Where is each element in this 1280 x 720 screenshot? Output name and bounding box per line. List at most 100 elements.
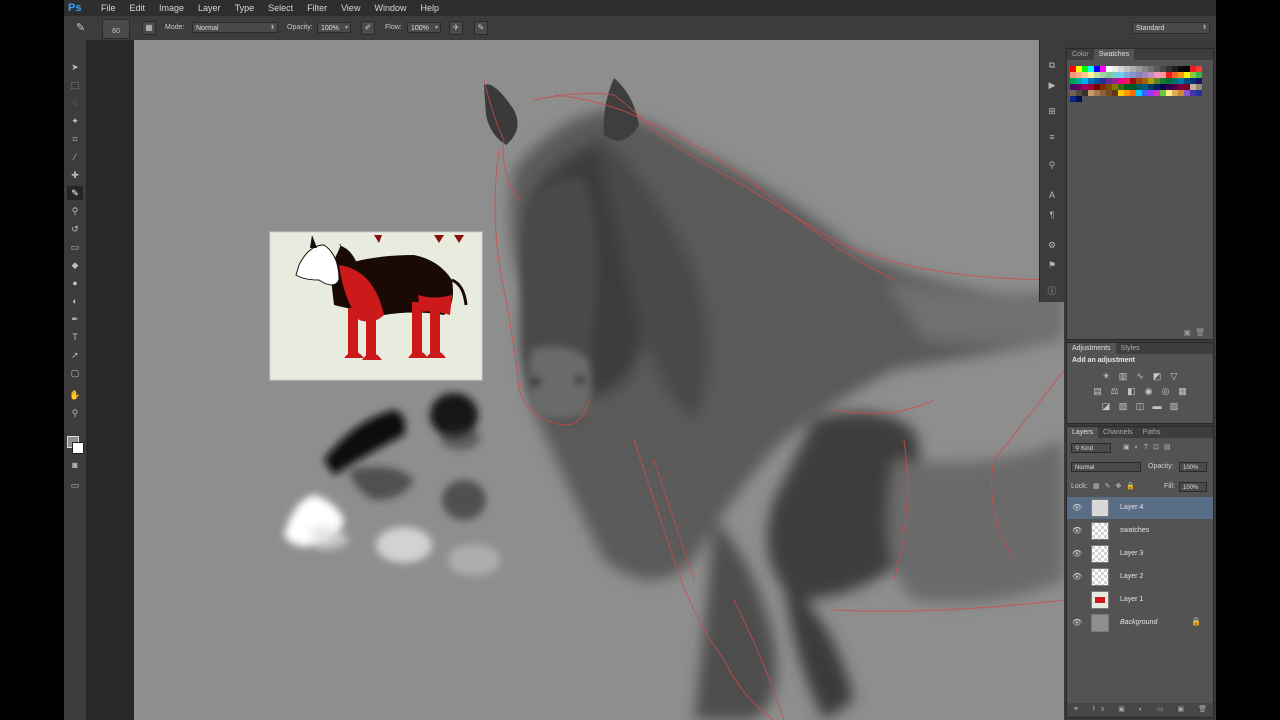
delete-swatch-icon[interactable]: 🗑 (1195, 328, 1205, 337)
paint-bucket-tool-icon[interactable]: ◆ (67, 258, 83, 272)
lock-options-icons[interactable]: ▦✎✥🔒 (1093, 482, 1140, 490)
tab-adjustments[interactable]: Adjustments (1067, 343, 1116, 354)
tab-paths[interactable]: Paths (1138, 427, 1166, 438)
quick-mask-icon[interactable]: ◙ (67, 458, 83, 472)
clone-stamp-tool-icon[interactable]: ⚲ (67, 204, 83, 218)
brush-tool-preset-icon[interactable]: ✎ (76, 21, 85, 35)
document-canvas[interactable] (134, 40, 1064, 720)
channel-mixer-icon[interactable]: ◎ (1160, 385, 1172, 397)
paragraph-panel-icon[interactable]: ¶ (1045, 208, 1059, 222)
swatch-cell[interactable] (1076, 96, 1082, 102)
menu-image[interactable]: Image (152, 0, 191, 16)
vibrance-icon[interactable]: ▽ (1168, 370, 1180, 382)
layers-footer-icons[interactable]: ⚭ fx ▣ ◐ ▭ ▣ 🗑 (1073, 706, 1213, 713)
eyedropper-tool-icon[interactable]: ⁄ (67, 150, 83, 164)
tab-styles[interactable]: Styles (1116, 343, 1145, 354)
airbrush-icon[interactable]: ✈ (449, 21, 463, 35)
eye-icon[interactable]: 👁 (1072, 617, 1082, 629)
tab-layers[interactable]: Layers (1067, 427, 1099, 438)
brush-presets-panel-icon[interactable]: ⊞ (1045, 104, 1059, 118)
workspace-dropdown[interactable]: Standard ⬍ (1132, 22, 1210, 34)
eye-icon[interactable]: 👁 (1072, 525, 1082, 537)
lasso-tool-icon[interactable]: ◌ (67, 96, 83, 110)
photo-filter-icon[interactable]: ◉ (1143, 385, 1155, 397)
move-tool-icon[interactable]: ➤ (67, 60, 83, 74)
tab-color[interactable]: Color (1067, 49, 1094, 60)
threshold-icon[interactable]: ◫ (1134, 400, 1146, 412)
brightness-icon[interactable]: ☀ (1100, 370, 1112, 382)
menu-type[interactable]: Type (228, 0, 262, 16)
navigator-panel-icon[interactable]: ⚑ (1045, 258, 1059, 272)
crop-tool-icon[interactable]: ⌗ (67, 132, 83, 146)
opacity-field[interactable]: 100% ▾ (317, 22, 351, 33)
brush-size-picker[interactable]: 60 (102, 19, 130, 39)
brush-panel-toggle-icon[interactable]: ▦ (142, 21, 156, 35)
menu-edit[interactable]: Edit (123, 0, 153, 16)
layer-filter-icons[interactable]: ▣◐T⊡▤ (1123, 443, 1176, 451)
dodge-tool-icon[interactable]: ◐ (67, 294, 83, 308)
swatch-grid[interactable] (1070, 66, 1202, 102)
menu-select[interactable]: Select (261, 0, 300, 16)
pressure-size-icon[interactable]: ✎ (474, 21, 488, 35)
layer-row-layer-4[interactable]: 👁 Layer 4 (1067, 497, 1213, 519)
layer-opacity-field[interactable]: 100% (1179, 462, 1207, 472)
pressure-opacity-icon[interactable]: ✐ (361, 21, 375, 35)
color-lookup-icon[interactable]: ▦ (1177, 385, 1189, 397)
info-panel-icon[interactable]: ⓘ (1045, 284, 1059, 298)
history-brush-tool-icon[interactable]: ↺ (67, 222, 83, 236)
exposure-icon[interactable]: ◩ (1151, 370, 1163, 382)
menu-window[interactable]: Window (367, 0, 413, 16)
menu-layer[interactable]: Layer (191, 0, 228, 16)
character-panel-icon[interactable]: A (1045, 188, 1059, 202)
fill-field[interactable]: 100% (1179, 482, 1207, 492)
swatch-cell[interactable] (1196, 90, 1202, 96)
layer-kind-filter[interactable]: ⚲ Kind (1071, 443, 1111, 453)
selective-color-icon[interactable]: ▨ (1168, 400, 1180, 412)
actions-panel-icon[interactable]: ▶ (1045, 78, 1059, 92)
path-select-tool-icon[interactable]: ➚ (67, 348, 83, 362)
brush-panel-icon[interactable]: ≡ (1045, 130, 1059, 144)
flow-field[interactable]: 100% ▾ (407, 22, 441, 33)
blend-mode-dropdown[interactable]: Normal (1071, 462, 1141, 472)
levels-icon[interactable]: ▥ (1117, 370, 1129, 382)
background-color-swatch[interactable] (72, 442, 84, 454)
healing-brush-tool-icon[interactable]: ✚ (67, 168, 83, 182)
mode-dropdown[interactable]: Normal ⬍ (192, 22, 278, 33)
gradient-map-icon[interactable]: ▬ (1151, 400, 1163, 412)
tab-swatches[interactable]: Swatches (1093, 49, 1135, 60)
eye-icon[interactable]: 👁 (1072, 571, 1082, 583)
blur-tool-icon[interactable]: ● (67, 276, 83, 290)
layer-row-layer-1[interactable]: 👁 Layer 1 (1067, 589, 1213, 611)
rectangle-tool-icon[interactable]: ▢ (67, 366, 83, 380)
brush-tool-icon[interactable]: ✎ (67, 186, 83, 200)
layer-row-layer-2[interactable]: 👁 Layer 2 (1067, 566, 1213, 588)
layer-row-swatches[interactable]: 👁 swatches (1067, 520, 1213, 542)
menu-filter[interactable]: Filter (300, 0, 334, 16)
quick-select-tool-icon[interactable]: ✦ (67, 114, 83, 128)
marquee-tool-icon[interactable]: ⬚ (67, 78, 83, 92)
zoom-tool-icon[interactable]: ⚲ (67, 406, 83, 420)
pen-tool-icon[interactable]: ✒ (67, 312, 83, 326)
history-panel-icon[interactable]: ⧉ (1045, 58, 1059, 72)
hue-saturation-icon[interactable]: ▤ (1092, 385, 1104, 397)
menu-view[interactable]: View (334, 0, 367, 16)
menu-help[interactable]: Help (413, 0, 446, 16)
clone-source-panel-icon[interactable]: ⚲ (1045, 158, 1059, 172)
curves-icon[interactable]: ∿ (1134, 370, 1146, 382)
hand-tool-icon[interactable]: ✋ (67, 388, 83, 402)
eye-icon[interactable]: 👁 (1072, 548, 1082, 560)
color-balance-icon[interactable]: ⚖ (1109, 385, 1121, 397)
tab-channels[interactable]: Channels (1098, 427, 1138, 438)
type-tool-icon[interactable]: T (67, 330, 83, 344)
new-swatch-icon[interactable]: ▣ (1183, 328, 1191, 337)
layer-row-background[interactable]: 👁 Background 🔒 (1067, 612, 1213, 634)
black-white-icon[interactable]: ◧ (1126, 385, 1138, 397)
eraser-tool-icon[interactable]: ▭ (67, 240, 83, 254)
eye-icon[interactable]: 👁 (1072, 502, 1082, 514)
invert-icon[interactable]: ◪ (1100, 400, 1112, 412)
posterize-icon[interactable]: ▧ (1117, 400, 1129, 412)
tool-presets-panel-icon[interactable]: ⚙ (1045, 238, 1059, 252)
layer-row-layer-3[interactable]: 👁 Layer 3 (1067, 543, 1213, 565)
menu-file[interactable]: File (94, 0, 123, 16)
screen-mode-icon[interactable]: ▭ (67, 478, 83, 492)
